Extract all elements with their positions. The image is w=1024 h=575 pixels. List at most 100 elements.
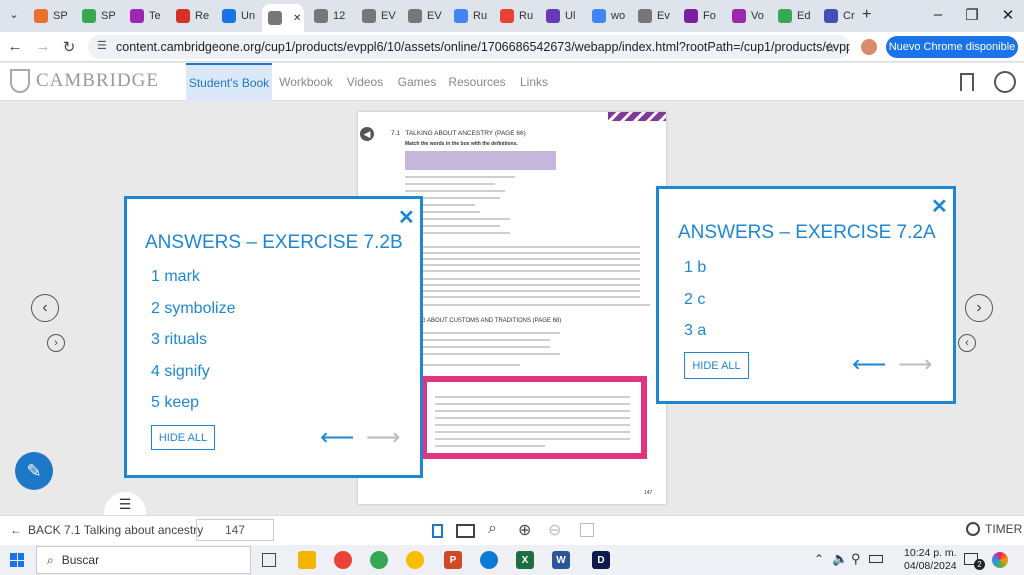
browser-tab-bar: ⌄ SP SP Te Re Un ✕ 12 EV EV Ru Ru Ul wo Ev Fo Vo Ed Cr + … — [0, 0, 1024, 32]
browser-tab[interactable]: Te — [124, 4, 168, 28]
browser-tab[interactable]: SP — [28, 4, 72, 28]
clock-datetime[interactable]: 10:24 p. m. 04/08/2024 — [904, 547, 957, 573]
zoom-fit-icon[interactable]: ⌕ — [488, 520, 497, 538]
hide-all-button[interactable]: HIDE ALL — [151, 425, 215, 450]
reload-icon[interactable]: ↻ — [60, 38, 78, 56]
colorful-app-icon[interactable] — [992, 552, 1008, 568]
profile-avatar[interactable] — [861, 39, 877, 55]
single-page-icon[interactable] — [432, 524, 443, 538]
page-text-line — [420, 218, 510, 220]
page-text-line — [405, 190, 505, 192]
back-arrow-icon[interactable]: ← — [6, 38, 24, 55]
close-icon[interactable]: ✕ — [931, 194, 948, 219]
bookmark-star-icon[interactable]: ☆ — [824, 39, 837, 56]
nav-tab-links[interactable]: Links — [512, 63, 556, 101]
browser-tab[interactable]: SP — [76, 4, 120, 28]
word-box — [405, 151, 556, 170]
next-spread-small-button[interactable]: ‹ — [958, 334, 976, 352]
nav-tab-resources[interactable]: Resources — [444, 63, 510, 101]
excel-icon[interactable]: X — [516, 551, 534, 569]
browser-tab[interactable]: Un — [216, 4, 260, 28]
tab-title: Ed — [797, 10, 811, 22]
annotate-pen-button[interactable]: ✎ — [15, 452, 53, 490]
nav-tab-student-s-book[interactable]: Student's Book — [186, 63, 272, 101]
close-icon[interactable]: ✕ — [398, 205, 415, 230]
answer-item: 2 symbolize — [151, 299, 236, 317]
browser-tab[interactable]: Ul — [540, 4, 584, 28]
site-info-icon[interactable]: ☰ — [97, 39, 107, 52]
user-account-icon[interactable] — [994, 71, 1016, 93]
page-back-icon[interactable]: ◀ — [360, 127, 374, 141]
address-bar[interactable]: ☰ content.cambridgeone.org/cup1/products… — [88, 35, 850, 59]
next-page-button[interactable]: › — [965, 294, 993, 322]
browser-tab[interactable]: Ru — [494, 4, 538, 28]
tab-title: Ru — [519, 10, 534, 22]
browser-tab[interactable]: Cr — [818, 4, 862, 28]
double-page-icon[interactable] — [456, 524, 475, 538]
nav-tab-workbook[interactable]: Workbook — [274, 63, 338, 101]
browser-tab[interactable]: Ev — [632, 4, 676, 28]
hide-all-button[interactable]: HIDE ALL — [684, 352, 749, 379]
browser-tab[interactable]: EV — [356, 4, 400, 28]
tray-chevron-icon[interactable]: ⌃ — [814, 552, 824, 566]
browser-tab[interactable]: Ed — [772, 4, 816, 28]
prev-spread-small-button[interactable]: › — [47, 334, 65, 352]
browser-tab[interactable]: Ru — [448, 4, 492, 28]
fullscreen-icon[interactable] — [580, 523, 594, 537]
windows-taskbar: ⌕ Buscar P X W D ⌃ 🔈 ⚲ 10:24 p. m. 04/08… — [0, 545, 1024, 575]
browser-tab[interactable]: Fo — [678, 4, 722, 28]
tab-title: Ul — [565, 10, 576, 22]
volume-icon[interactable]: 🔈 — [832, 551, 848, 567]
chrome-icon[interactable] — [334, 551, 352, 569]
next-answer-arrow-icon[interactable]: ⟶ — [898, 350, 932, 379]
maximize-button[interactable]: ❐ — [962, 6, 982, 24]
menu-handle-icon[interactable]: ☰ — [104, 492, 146, 516]
word-icon[interactable]: W — [552, 551, 570, 569]
prev-answer-arrow-icon[interactable]: ⟵ — [852, 350, 886, 379]
browser-tab[interactable]: EV — [402, 4, 446, 28]
browser-tab[interactable]: wo — [586, 4, 630, 28]
bookmark-icon[interactable] — [960, 73, 974, 91]
windows-start-icon[interactable] — [10, 553, 24, 567]
close-window-button[interactable]: ✕ — [998, 6, 1018, 24]
browser-tab[interactable]: Vo — [726, 4, 770, 28]
nav-tab-games[interactable]: Games — [392, 63, 442, 101]
chrome-profile-icon[interactable] — [370, 551, 388, 569]
back-button[interactable]: ← BACK — [10, 523, 61, 537]
forward-arrow-icon[interactable]: → — [34, 38, 52, 55]
zoom-out-icon[interactable]: ⊖ — [548, 520, 561, 540]
browser-tab[interactable]: 12 — [308, 4, 352, 28]
tab-favicon-icon — [546, 9, 560, 23]
chrome-alt-icon[interactable] — [406, 551, 424, 569]
minimize-button[interactable]: – — [928, 6, 948, 23]
next-answer-arrow-icon[interactable]: ⟶ — [366, 423, 400, 452]
timer-button[interactable]: TIMER — [966, 522, 1022, 536]
powerpoint-icon[interactable]: P — [444, 551, 462, 569]
file-explorer-icon[interactable] — [298, 551, 316, 569]
taskbar-search-box[interactable]: ⌕ Buscar — [36, 546, 251, 574]
zoom-in-icon[interactable]: ⊕ — [518, 520, 531, 540]
edge-icon[interactable] — [480, 551, 498, 569]
new-tab-button[interactable]: + — [862, 6, 871, 24]
network-icon[interactable]: ⚲ — [851, 551, 861, 567]
tab-favicon-icon — [732, 9, 746, 23]
tab-search-button[interactable]: ⌄ — [6, 8, 22, 24]
answers-card-7-2b: ✕ ANSWERS – EXERCISE 7.2B 1 mark 2 symbol… — [124, 196, 423, 478]
tab-title: EV — [381, 10, 396, 22]
close-tab-icon[interactable]: ✕ — [293, 13, 301, 24]
tab-title: Ru — [473, 10, 488, 22]
nav-tab-videos[interactable]: Videos — [340, 63, 390, 101]
browser-tab[interactable]: ✕ — [262, 4, 304, 32]
page-text-line — [435, 438, 630, 440]
prev-answer-arrow-icon[interactable]: ⟵ — [320, 423, 354, 452]
chrome-update-button[interactable]: Nuevo Chrome disponible — [886, 36, 1018, 58]
disney-plus-icon[interactable]: D — [592, 551, 610, 569]
tab-favicon-icon — [314, 9, 328, 23]
browser-toolbar: ← → ↻ ☰ content.cambridgeone.org/cup1/pr… — [0, 32, 1024, 62]
page-number-input[interactable]: 147 — [196, 519, 274, 541]
battery-icon[interactable] — [869, 555, 883, 563]
prev-page-button[interactable]: ‹ — [31, 294, 59, 322]
browser-tab[interactable]: Re — [170, 4, 214, 28]
task-view-icon[interactable] — [262, 553, 276, 567]
tab-favicon-icon — [362, 9, 376, 23]
